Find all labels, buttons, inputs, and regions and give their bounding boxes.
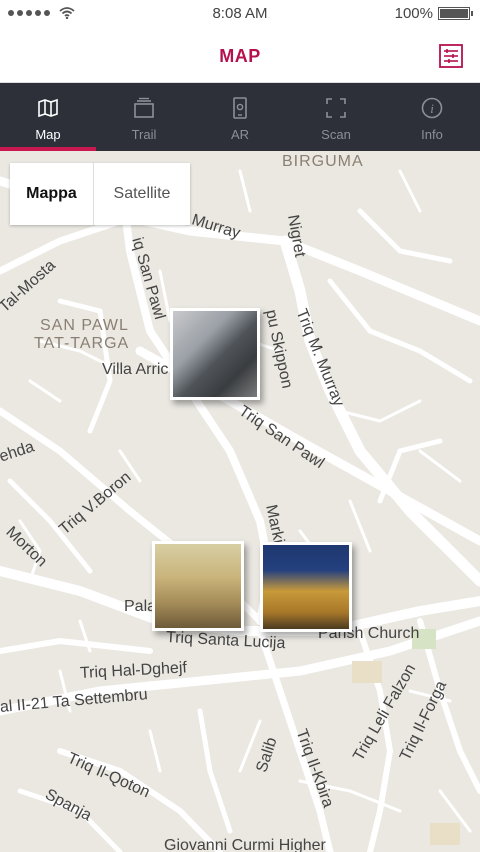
map-view[interactable]: BIRGUMA SAN PAWL TAT-TARGA Murray Nigret… xyxy=(0,151,480,852)
map-icon xyxy=(38,98,58,118)
map-type-satellite-button[interactable]: Satellite xyxy=(94,163,190,225)
church-photo-image xyxy=(263,545,349,629)
menu-list-icon[interactable] xyxy=(439,44,463,68)
status-bar: 8:08 AM 100% xyxy=(0,0,480,28)
park-area xyxy=(352,661,382,683)
map-type-mappa-button[interactable]: Mappa xyxy=(10,163,94,225)
info-icon: i xyxy=(421,97,443,119)
battery-icon xyxy=(438,7,473,20)
scan-frame-icon xyxy=(326,98,346,118)
page-title: MAP xyxy=(219,46,261,66)
tab-label: Info xyxy=(421,127,443,142)
app-header: MAP xyxy=(0,28,480,83)
street-photo-image xyxy=(173,311,257,397)
battery-percent: 100% xyxy=(394,5,433,22)
area-label-tat-targa: TAT-TARGA xyxy=(34,335,130,352)
tab-bar: Map Trail AR Scan i Info xyxy=(0,83,480,151)
park-area xyxy=(430,823,460,845)
trail-stack-icon xyxy=(134,97,154,118)
svg-text:i: i xyxy=(430,101,434,116)
photo-marker-street[interactable] xyxy=(170,308,260,400)
tab-label: Map xyxy=(35,127,61,142)
ar-phone-icon xyxy=(233,97,247,119)
chapel-photo-image xyxy=(155,544,241,628)
tab-label: Scan xyxy=(321,127,351,142)
battery-indicator: 100% xyxy=(394,5,473,22)
street-label: Villa Arric xyxy=(102,361,169,378)
tab-label: AR xyxy=(230,127,250,142)
area-label-san-pawl: SAN PAWL xyxy=(40,317,129,334)
area-label-birguma: BIRGUMA xyxy=(282,153,364,170)
tab-ar[interactable]: AR xyxy=(192,83,288,151)
tab-label: Trail xyxy=(131,127,157,142)
tab-trail[interactable]: Trail xyxy=(96,83,192,151)
tab-map[interactable]: Map xyxy=(0,83,96,151)
tab-info[interactable]: i Info xyxy=(384,83,480,151)
photo-marker-parish-church[interactable] xyxy=(260,542,352,632)
map-type-selector: Mappa Satellite xyxy=(10,163,190,225)
photo-marker-chapel[interactable] xyxy=(152,541,244,631)
street-label: Giovanni Curmi Higher xyxy=(164,837,326,852)
tab-scan[interactable]: Scan xyxy=(288,83,384,151)
